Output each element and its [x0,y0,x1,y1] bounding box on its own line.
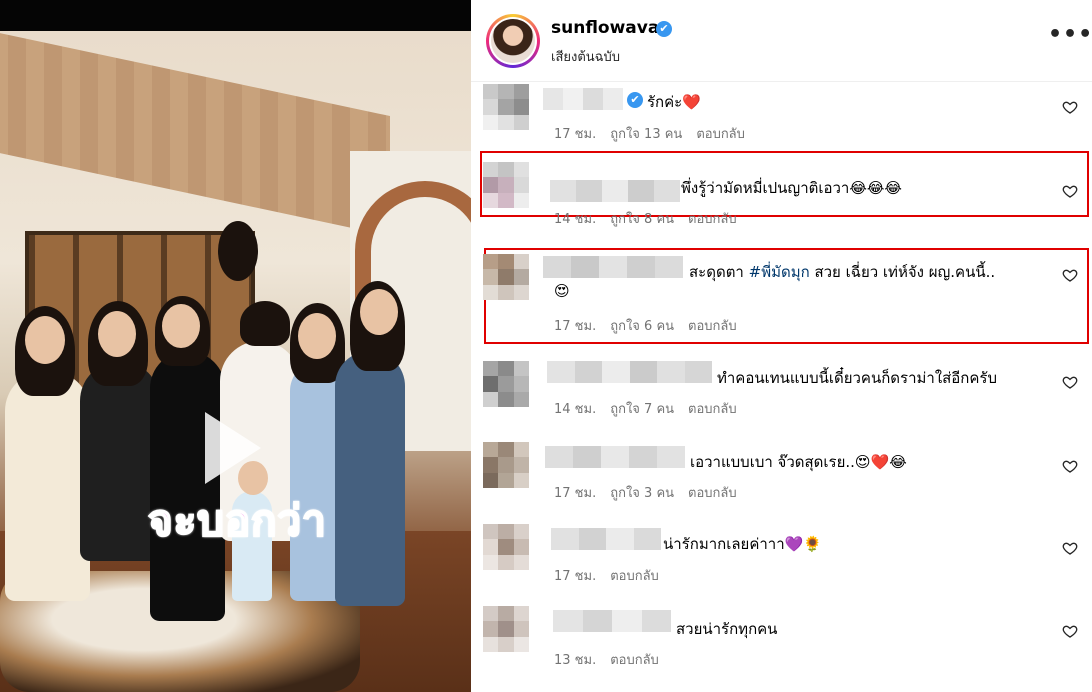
person-5-face [298,313,336,359]
comment-time: 14 ชม. [554,402,597,417]
comment-time: 13 ชม. [554,653,597,668]
comment-meta: 14 ชม. ถูกใจ 7 คน ตอบกลับ [554,398,751,419]
profile-avatar[interactable] [486,14,540,68]
comment-text-part: สะดุดตา [689,263,749,281]
reply-button[interactable]: ตอบกลับ [696,127,745,142]
reply-button[interactable]: ตอบกลับ [688,212,737,227]
comment-item: ทำคอนเทนแบบนี้เดี๋ยวคนก็ดราม่าใส่อีกครับ… [471,355,1092,425]
reel-video[interactable]: จะบอกว่า [0,0,471,692]
comment-time: 17 ชม. [554,486,597,501]
blurred-username[interactable] [550,180,680,202]
comment-text: สะดุดตา #พี่มัดมุก สวย เฉี่ยว เท่ห์จัง ผ… [689,260,995,284]
blurred-username[interactable] [547,361,712,383]
commenter-avatar[interactable] [483,442,529,488]
comment-item: สวยน่ารักทุกคน 13 ชม. ตอบกลับ [471,602,1092,672]
video-frame [0,31,471,692]
comment-text: ทำคอนเทนแบบนี้เดี๋ยวคนก็ดราม่าใส่อีกครับ [717,369,998,387]
commenter-avatar[interactable] [483,361,529,407]
comment-text: เอวาแบบเบา จ๊วดสุดเรย..😍❤️😂 [690,453,907,471]
comment-text: น่ารักมากเลยค่าาา💜🌻 [663,535,822,553]
person-4-hair [240,301,290,346]
heart-outline-icon[interactable] [1062,99,1078,115]
comment-likes[interactable]: ถูกใจ 6 คน [610,319,674,334]
commenter-avatar[interactable] [483,162,529,208]
person-1-face [25,316,65,364]
commenter-avatar[interactable] [483,606,529,652]
comment-likes[interactable]: ถูกใจ 3 คน [610,486,674,501]
person-1 [5,371,90,601]
audio-label[interactable]: เสียงต้นฉบับ [551,46,620,67]
comment-item: เอวาแบบเบา จ๊วดสุดเรย..😍❤️😂 17 ชม. ถูกใจ … [471,438,1092,508]
verified-badge-icon: ✔ [627,92,643,108]
comment-meta: 17 ชม. ตอบกลับ [554,565,673,586]
comment-time: 17 ชม. [554,127,597,142]
heart-outline-icon[interactable] [1062,183,1078,199]
post-header: sunflowava ✔ เสียงต้นฉบับ ••• [471,0,1092,82]
play-icon[interactable] [198,408,268,488]
comment-text-line2: 😍 [554,282,570,300]
blurred-username[interactable] [551,528,661,550]
comment-time: 17 ชม. [554,569,597,584]
blurred-username[interactable] [545,446,685,468]
reply-button[interactable]: ตอบกลับ [688,402,737,417]
verified-badge-icon: ✔ [656,21,672,37]
more-options-icon[interactable]: ••• [1048,22,1092,47]
comment-meta: 17 ชม. ถูกใจ 3 คน ตอบกลับ [554,482,751,503]
comment-meta: 14 ชม. ถูกใจ 8 คน ตอบกลับ [554,208,751,229]
comment-text: สวยน่ารักทุกคน [676,620,778,638]
person-3-face [162,304,200,348]
heart-outline-icon[interactable] [1062,267,1078,283]
comment-meta: 17 ชม. ถูกใจ 6 คน ตอบกลับ [554,315,751,336]
heart-outline-icon[interactable] [1062,374,1078,390]
comment-likes[interactable]: ถูกใจ 8 คน [610,212,674,227]
comment-text-part: สวย เฉี่ยว เท่ห์จัง ผญ.คนนี้.. [809,263,996,281]
commenter-avatar[interactable] [483,84,529,130]
comment-item: สะดุดตา #พี่มัดมุก สวย เฉี่ยว เท่ห์จัง ผ… [471,248,1092,344]
blurred-username[interactable] [543,256,683,278]
comment-text: รักค่ะ❤️ [647,93,701,111]
comment-item: ✔ รักค่ะ❤️ 17 ชม. ถูกใจ 13 คน ตอบกลับ [471,82,1092,146]
blurred-username[interactable] [553,610,671,632]
reply-button[interactable]: ตอบกลับ [610,653,659,668]
comment-time: 14 ชม. [554,212,597,227]
reply-button[interactable]: ตอบกลับ [610,569,659,584]
comments-panel: sunflowava ✔ เสียงต้นฉบับ ••• ✔ รักค่ะ❤️… [471,0,1092,692]
ceiling [0,31,390,237]
video-caption: จะบอกว่า [147,495,327,546]
heart-outline-icon[interactable] [1062,623,1078,639]
video-top-bar [0,0,471,31]
comment-time: 17 ชม. [554,319,597,334]
heart-outline-icon[interactable] [1062,458,1078,474]
person-6 [335,351,405,606]
comment-item: พึ่งรู้ว่ามัดหมี่เปนญาติเอวา😂😂😂 14 ชม. ถู… [471,152,1092,227]
reply-button[interactable]: ตอบกลับ [688,319,737,334]
comment-likes[interactable]: ถูกใจ 13 คน [610,127,682,142]
reply-button[interactable]: ตอบกลับ [688,486,737,501]
comment-meta: 17 ชม. ถูกใจ 13 คน ตอบกลับ [554,123,759,144]
commenter-avatar[interactable] [483,524,529,570]
hashtag-link[interactable]: #พี่มัดมุก [749,263,810,281]
username-link[interactable]: sunflowava [551,18,659,38]
comment-meta: 13 ชม. ตอบกลับ [554,649,673,670]
commenter-avatar[interactable] [483,254,529,300]
comment-likes[interactable]: ถูกใจ 7 คน [610,402,674,417]
person-6-face [360,289,398,335]
blurred-username[interactable] [543,88,623,110]
heart-outline-icon[interactable] [1062,540,1078,556]
comment-text: พึ่งรู้ว่ามัดหมี่เปนญาติเอวา😂😂😂 [681,179,902,197]
person-2-face [98,311,136,357]
comment-item: น่ารักมากเลยค่าาา💜🌻 17 ชม. ตอบกลับ [471,520,1092,590]
hat [218,221,258,281]
